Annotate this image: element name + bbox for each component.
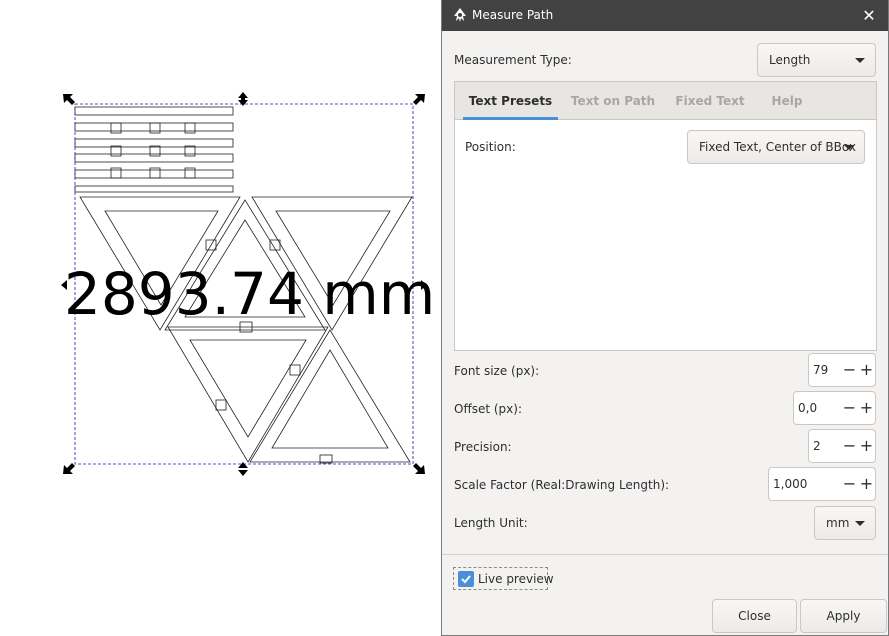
- measurement-type-value: Length: [769, 53, 811, 67]
- checkmark-icon: [461, 575, 471, 584]
- transform-arrow-icon[interactable]: [413, 94, 425, 105]
- tab-bar: Text Presets Text on Path Fixed Text Hel…: [455, 82, 876, 120]
- measurement-text: 2893.74 mm: [64, 260, 436, 328]
- strip: [74, 122, 234, 132]
- apply-button[interactable]: Apply: [800, 599, 887, 633]
- decrement-button[interactable]: −: [841, 430, 858, 462]
- position-combo[interactable]: Fixed Text, Center of BBox: [687, 130, 865, 164]
- transform-arrow-icon[interactable]: [238, 92, 248, 101]
- tab-square: [149, 145, 161, 157]
- tab-square: [149, 122, 161, 134]
- transform-arrow-icon[interactable]: [63, 94, 75, 105]
- live-preview-toggle[interactable]: Live preview: [453, 567, 554, 590]
- offset-spinner[interactable]: 0,0 − +: [793, 391, 876, 425]
- close-icon[interactable]: ✕: [858, 5, 880, 27]
- decrement-button[interactable]: −: [841, 468, 858, 500]
- strip: [74, 106, 234, 116]
- font-size-input[interactable]: 79: [813, 354, 828, 386]
- strip: [74, 153, 234, 163]
- strip-group: [74, 106, 234, 193]
- tab-square: [110, 122, 122, 134]
- scale-factor-label: Scale Factor (Real:Drawing Length):: [454, 478, 670, 492]
- transform-arrow-icon[interactable]: [238, 470, 248, 476]
- tab-square: [184, 122, 196, 134]
- tab-square: [289, 364, 301, 376]
- separator: [442, 554, 888, 555]
- offset-label: Offset (px):: [454, 402, 522, 416]
- tab-help[interactable]: Help: [761, 82, 813, 120]
- increment-button[interactable]: +: [858, 468, 875, 500]
- position-label: Position:: [465, 140, 516, 154]
- drawing-canvas[interactable]: 2893.74 mm: [0, 0, 441, 636]
- increment-button[interactable]: +: [858, 392, 875, 424]
- live-preview-checkbox[interactable]: [458, 571, 474, 587]
- font-size-spinner[interactable]: 79 − +: [808, 353, 876, 387]
- transform-arrow-icon[interactable]: [238, 100, 248, 106]
- measurement-type-combo[interactable]: Length: [757, 43, 876, 77]
- measurement-type-label: Measurement Type:: [454, 53, 572, 67]
- scale-factor-input[interactable]: 1,000: [773, 468, 807, 500]
- font-size-label: Font size (px):: [454, 364, 540, 378]
- inkscape-app-icon: [454, 8, 466, 22]
- tab-square: [110, 145, 122, 157]
- dropdown-arrow-icon: [855, 521, 865, 526]
- live-preview-label: Live preview: [478, 572, 554, 586]
- length-unit-combo[interactable]: mm: [814, 506, 876, 540]
- tab-fixed-text[interactable]: Fixed Text: [669, 82, 751, 120]
- options-notebook: Text Presets Text on Path Fixed Text Hel…: [454, 81, 877, 351]
- strip: [74, 169, 234, 179]
- tab-square: [215, 399, 227, 411]
- tab-text-presets[interactable]: Text Presets: [463, 82, 558, 120]
- length-unit-value: mm: [826, 516, 850, 530]
- dialog-titlebar[interactable]: Measure Path ✕: [442, 0, 888, 31]
- transform-arrow-icon[interactable]: [413, 463, 425, 474]
- triangle-inner: [271, 349, 389, 449]
- triangle-group: [79, 196, 413, 464]
- precision-spinner[interactable]: 2 − +: [808, 429, 876, 463]
- dropdown-arrow-icon: [844, 145, 854, 150]
- tab-square: [110, 167, 122, 179]
- triangle-inner: [189, 339, 307, 438]
- tab-square: [149, 167, 161, 179]
- close-button[interactable]: Close: [712, 599, 797, 633]
- tab-text-on-path[interactable]: Text on Path: [567, 82, 659, 120]
- position-value: Fixed Text, Center of BBox: [699, 140, 856, 154]
- precision-input[interactable]: 2: [813, 430, 821, 462]
- offset-input[interactable]: 0,0: [798, 392, 817, 424]
- precision-label: Precision:: [454, 440, 512, 454]
- decrement-button[interactable]: −: [841, 354, 858, 386]
- dialog-title: Measure Path: [472, 8, 554, 22]
- transform-arrow-icon[interactable]: [238, 462, 248, 468]
- strip: [74, 185, 234, 193]
- length-unit-label: Length Unit:: [454, 516, 528, 530]
- scale-factor-spinner[interactable]: 1,000 − +: [768, 467, 876, 501]
- transform-arrow-icon[interactable]: [63, 463, 75, 474]
- tab-square: [184, 145, 196, 157]
- dropdown-arrow-icon: [855, 58, 865, 63]
- increment-button[interactable]: +: [858, 354, 875, 386]
- decrement-button[interactable]: −: [841, 392, 858, 424]
- tab-square: [184, 167, 196, 179]
- increment-button[interactable]: +: [858, 430, 875, 462]
